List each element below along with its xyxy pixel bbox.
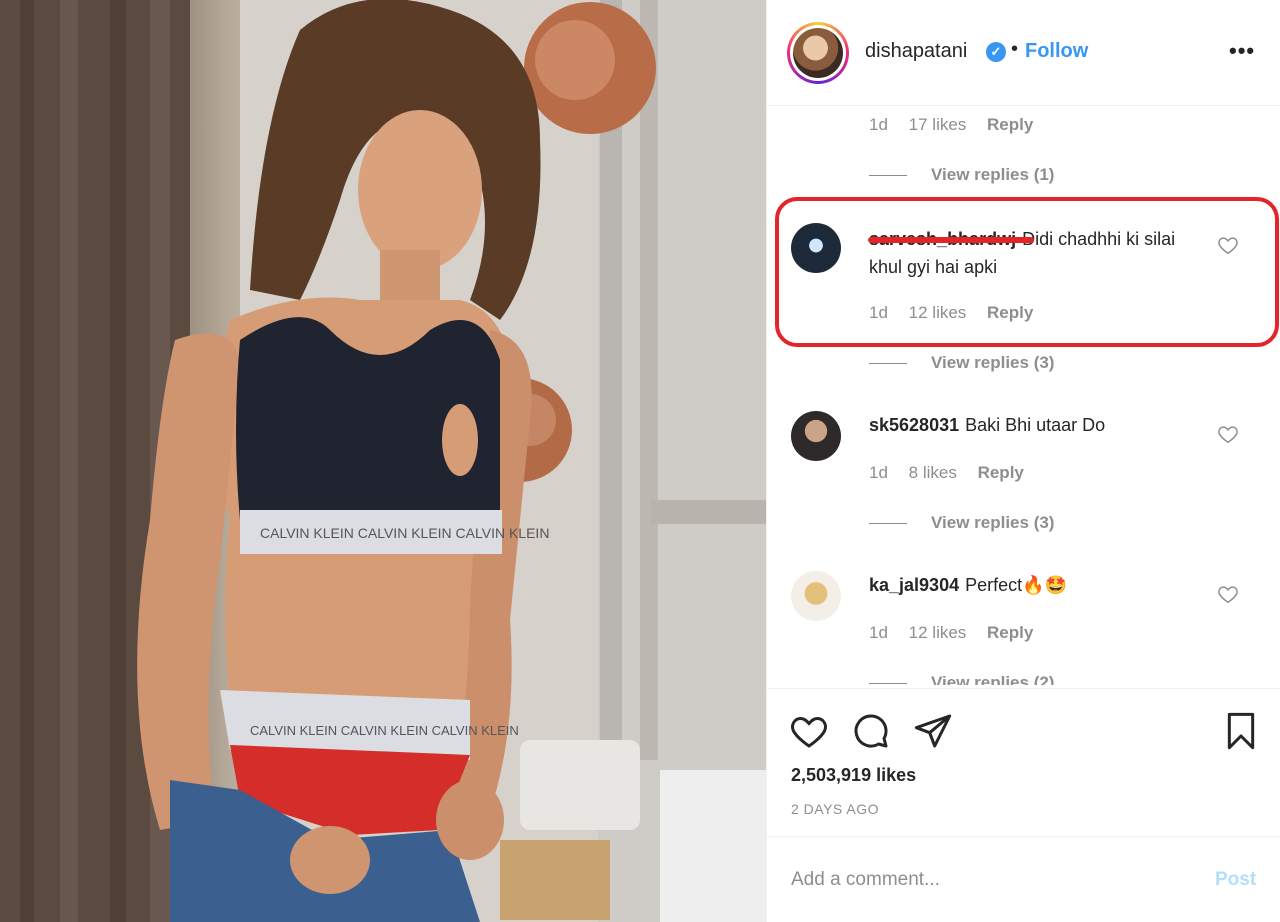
comment-time: 1d bbox=[869, 115, 888, 134]
add-comment-input[interactable] bbox=[791, 863, 1181, 897]
comment-time: 1d bbox=[869, 303, 888, 322]
svg-text:CALVIN KLEIN CALVIN KLEIN CA: CALVIN KLEIN CALVIN KLEIN CALVIN KLEIN bbox=[250, 723, 519, 738]
reply-button[interactable]: Reply bbox=[987, 115, 1033, 134]
post-timestamp[interactable]: 2 DAYS AGO bbox=[791, 801, 879, 817]
like-heart-icon[interactable] bbox=[789, 711, 829, 751]
post-header: dishapatani ✓ • Follow ••• bbox=[767, 0, 1280, 106]
comments-list[interactable]: 1d 17 likes Reply View replies (1) sarve… bbox=[767, 107, 1280, 685]
username-redaction-mark bbox=[868, 237, 1034, 243]
comment-meta: 1d 8 likes Reply bbox=[869, 463, 1040, 483]
comment-meta: 1d 12 likes Reply bbox=[869, 623, 1049, 643]
commenter-username[interactable]: sk5628031 bbox=[869, 415, 959, 435]
commenter-username[interactable]: ka_jal9304 bbox=[869, 575, 959, 595]
comment-meta: 1d 17 likes Reply bbox=[869, 115, 1049, 135]
comment-body: sarvesh_bhardwjDidi chadhhi ki silai khu… bbox=[869, 225, 1209, 281]
verified-badge-icon: ✓ bbox=[986, 42, 1006, 62]
photo-illustration: CALVIN KLEIN CALVIN KLEIN CALVIN KLEIN C… bbox=[0, 0, 766, 922]
likes-count[interactable]: 2,503,919 likes bbox=[791, 765, 916, 786]
comment-likes[interactable]: 8 likes bbox=[909, 463, 957, 482]
reply-button[interactable]: Reply bbox=[987, 303, 1033, 322]
post-actions: 2,503,919 likes 2 DAYS AGO bbox=[767, 688, 1280, 836]
share-send-icon[interactable] bbox=[913, 711, 953, 751]
commenter-avatar[interactable] bbox=[791, 411, 841, 461]
view-replies-line bbox=[869, 523, 907, 525]
comment-like-heart-icon[interactable] bbox=[1217, 423, 1239, 445]
reply-button[interactable]: Reply bbox=[987, 623, 1033, 642]
view-replies-line bbox=[869, 175, 907, 177]
svg-text:CALVIN KLEIN CALVIN KLEIN: CALVIN KLEIN CALVIN KLEIN CALVIN KLEIN bbox=[260, 525, 549, 541]
comment-bubble-icon[interactable] bbox=[851, 711, 891, 751]
comment-likes[interactable]: 12 likes bbox=[909, 303, 967, 322]
comment-text: Baki Bhi utaar Do bbox=[965, 415, 1106, 435]
comment-meta: 1d 12 likes Reply bbox=[869, 303, 1049, 323]
view-replies-button[interactable]: View replies (2) bbox=[869, 673, 1054, 685]
instagram-post-view: CALVIN KLEIN CALVIN KLEIN CALVIN KLEIN C… bbox=[0, 0, 1280, 922]
comment-like-heart-icon[interactable] bbox=[1217, 234, 1239, 256]
more-options-icon[interactable]: ••• bbox=[1229, 38, 1255, 64]
author-username[interactable]: dishapatani bbox=[865, 40, 967, 63]
comment-body: sk5628031 Baki Bhi utaar Do bbox=[869, 411, 1209, 439]
author-avatar-image bbox=[793, 28, 843, 78]
add-comment-bar: Post bbox=[767, 836, 1280, 922]
post-sidebar: dishapatani ✓ • Follow ••• 1d 17 likes R… bbox=[766, 0, 1280, 922]
comment-likes[interactable]: 12 likes bbox=[909, 623, 967, 642]
post-photo[interactable]: CALVIN KLEIN CALVIN KLEIN CALVIN KLEIN C… bbox=[0, 0, 766, 922]
comment-time: 1d bbox=[869, 463, 888, 482]
commenter-avatar[interactable] bbox=[791, 571, 841, 621]
view-replies-button[interactable]: View replies (3) bbox=[869, 353, 1054, 373]
view-replies-button[interactable]: View replies (3) bbox=[869, 513, 1054, 533]
save-bookmark-icon[interactable] bbox=[1221, 711, 1261, 751]
reply-button[interactable]: Reply bbox=[978, 463, 1024, 482]
commenter-avatar[interactable] bbox=[791, 223, 841, 273]
comment-body: ka_jal9304 Perfect🔥🤩 bbox=[869, 571, 1209, 599]
follow-button[interactable]: Follow bbox=[1025, 40, 1088, 63]
comment-likes[interactable]: 17 likes bbox=[909, 115, 967, 134]
view-replies-line bbox=[869, 683, 907, 685]
view-replies-line bbox=[869, 363, 907, 365]
view-replies-button[interactable]: View replies (1) bbox=[869, 165, 1054, 185]
comment-time: 1d bbox=[869, 623, 888, 642]
comment-text: Perfect🔥🤩 bbox=[965, 575, 1067, 595]
post-comment-button[interactable]: Post bbox=[1215, 869, 1256, 891]
separator-dot: • bbox=[1011, 38, 1019, 60]
comment-like-heart-icon[interactable] bbox=[1217, 583, 1239, 605]
author-avatar[interactable] bbox=[787, 22, 849, 84]
